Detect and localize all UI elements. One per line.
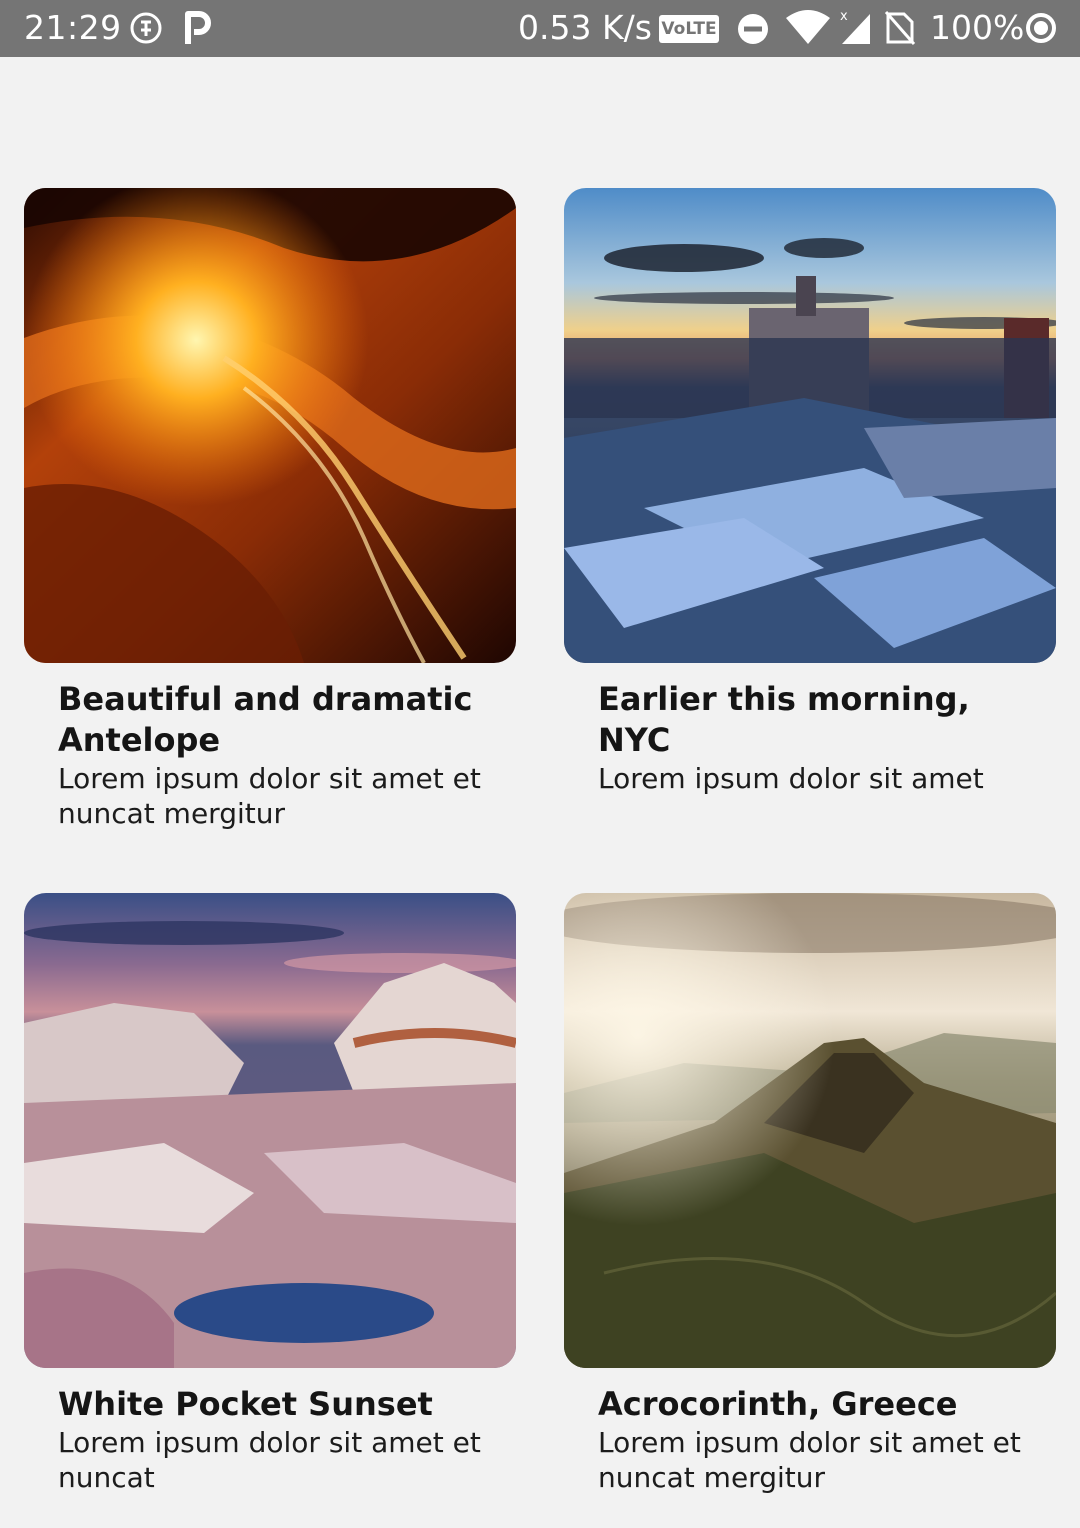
alarm-app-icon [130, 12, 162, 44]
battery-percent: 100% [930, 8, 1025, 47]
acrocorinth-photo[interactable] [564, 893, 1056, 1368]
gallery-card-acrocorinth[interactable]: Acrocorinth, Greece Lorem ipsum dolor si… [564, 893, 1056, 1495]
gallery-card-nyc[interactable]: Earlier this morning, NYC Lorem ipsum do… [564, 188, 1056, 796]
card-title: Earlier this morning, NYC [598, 680, 970, 759]
no-sim-icon [884, 11, 916, 45]
status-bar: 21:29 0.53 K/s VoLTE x 100% [0, 0, 1080, 57]
p-notification-icon [185, 11, 211, 44]
do-not-disturb-icon [738, 14, 768, 44]
white-pocket-photo[interactable] [24, 893, 516, 1368]
volte-badge: VoLTE [659, 15, 719, 43]
gallery-card-antelope[interactable]: Beautiful and dramatic Antelope Lorem ip… [24, 188, 516, 831]
cellular-signal-icon: x [840, 9, 870, 44]
card-description: Lorem ipsum dolor sit amet et nuncat [58, 1426, 481, 1494]
network-speed: 0.53 K/s [518, 8, 652, 47]
card-description: Lorem ipsum dolor sit amet et nuncat mer… [598, 1426, 1021, 1494]
card-title: White Pocket Sunset [58, 1385, 433, 1423]
card-title: Acrocorinth, Greece [598, 1385, 958, 1423]
card-description: Lorem ipsum dolor sit amet et nuncat mer… [58, 762, 481, 830]
svg-text:x: x [840, 9, 848, 24]
card-title: Beautiful and dramatic Antelope [58, 680, 473, 759]
wifi-icon [786, 10, 830, 44]
nyc-rooftops-photo[interactable] [564, 188, 1056, 663]
antelope-canyon-photo[interactable] [24, 188, 516, 663]
gallery-card-white-pocket[interactable]: White Pocket Sunset Lorem ipsum dolor si… [24, 893, 516, 1495]
clock: 21:29 [24, 8, 122, 47]
card-description: Lorem ipsum dolor sit amet [598, 762, 984, 795]
battery-ring-icon [1026, 13, 1056, 43]
